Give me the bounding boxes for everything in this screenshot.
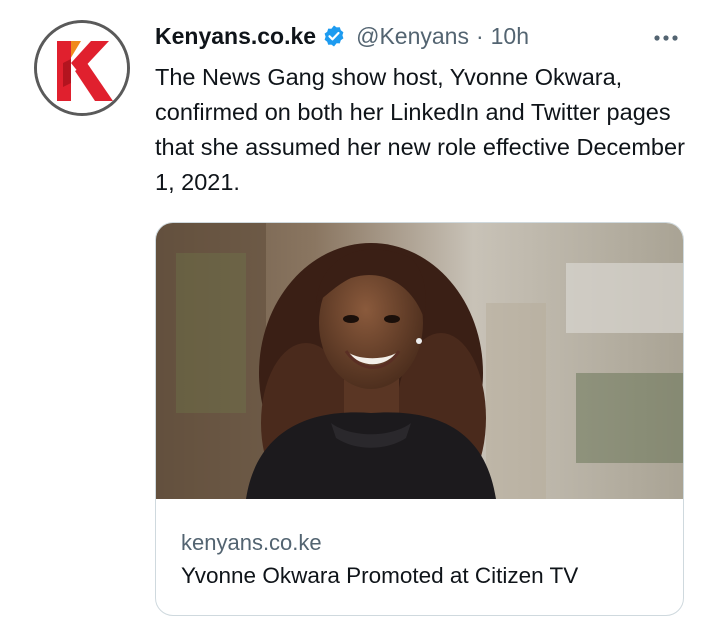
verified-badge-icon [322, 24, 346, 48]
tweet[interactable]: Kenyans.co.ke @Kenyans · 10h The News Ga… [0, 0, 720, 639]
author-handle[interactable]: @Kenyans [356, 23, 469, 50]
kenyans-logo-icon [37, 23, 127, 113]
card-domain: kenyans.co.ke [181, 530, 322, 555]
author-avatar[interactable] [34, 20, 130, 116]
link-card[interactable]: kenyans.co.ke Yvonne Okwara Promoted at … [155, 222, 684, 616]
tweet-text: The News Gang show host, Yvonne Okwara, … [155, 64, 685, 195]
author-name[interactable]: Kenyans.co.ke [155, 23, 316, 50]
card-image [156, 223, 683, 499]
card-title[interactable]: Yvonne Okwara Promoted at Citizen TV [181, 563, 578, 589]
separator-dot: · [475, 22, 484, 49]
tweet-header: Kenyans.co.ke @Kenyans · 10h [155, 20, 529, 52]
more-options-icon[interactable] [648, 26, 684, 50]
tweet-timestamp[interactable]: 10h [491, 23, 529, 50]
